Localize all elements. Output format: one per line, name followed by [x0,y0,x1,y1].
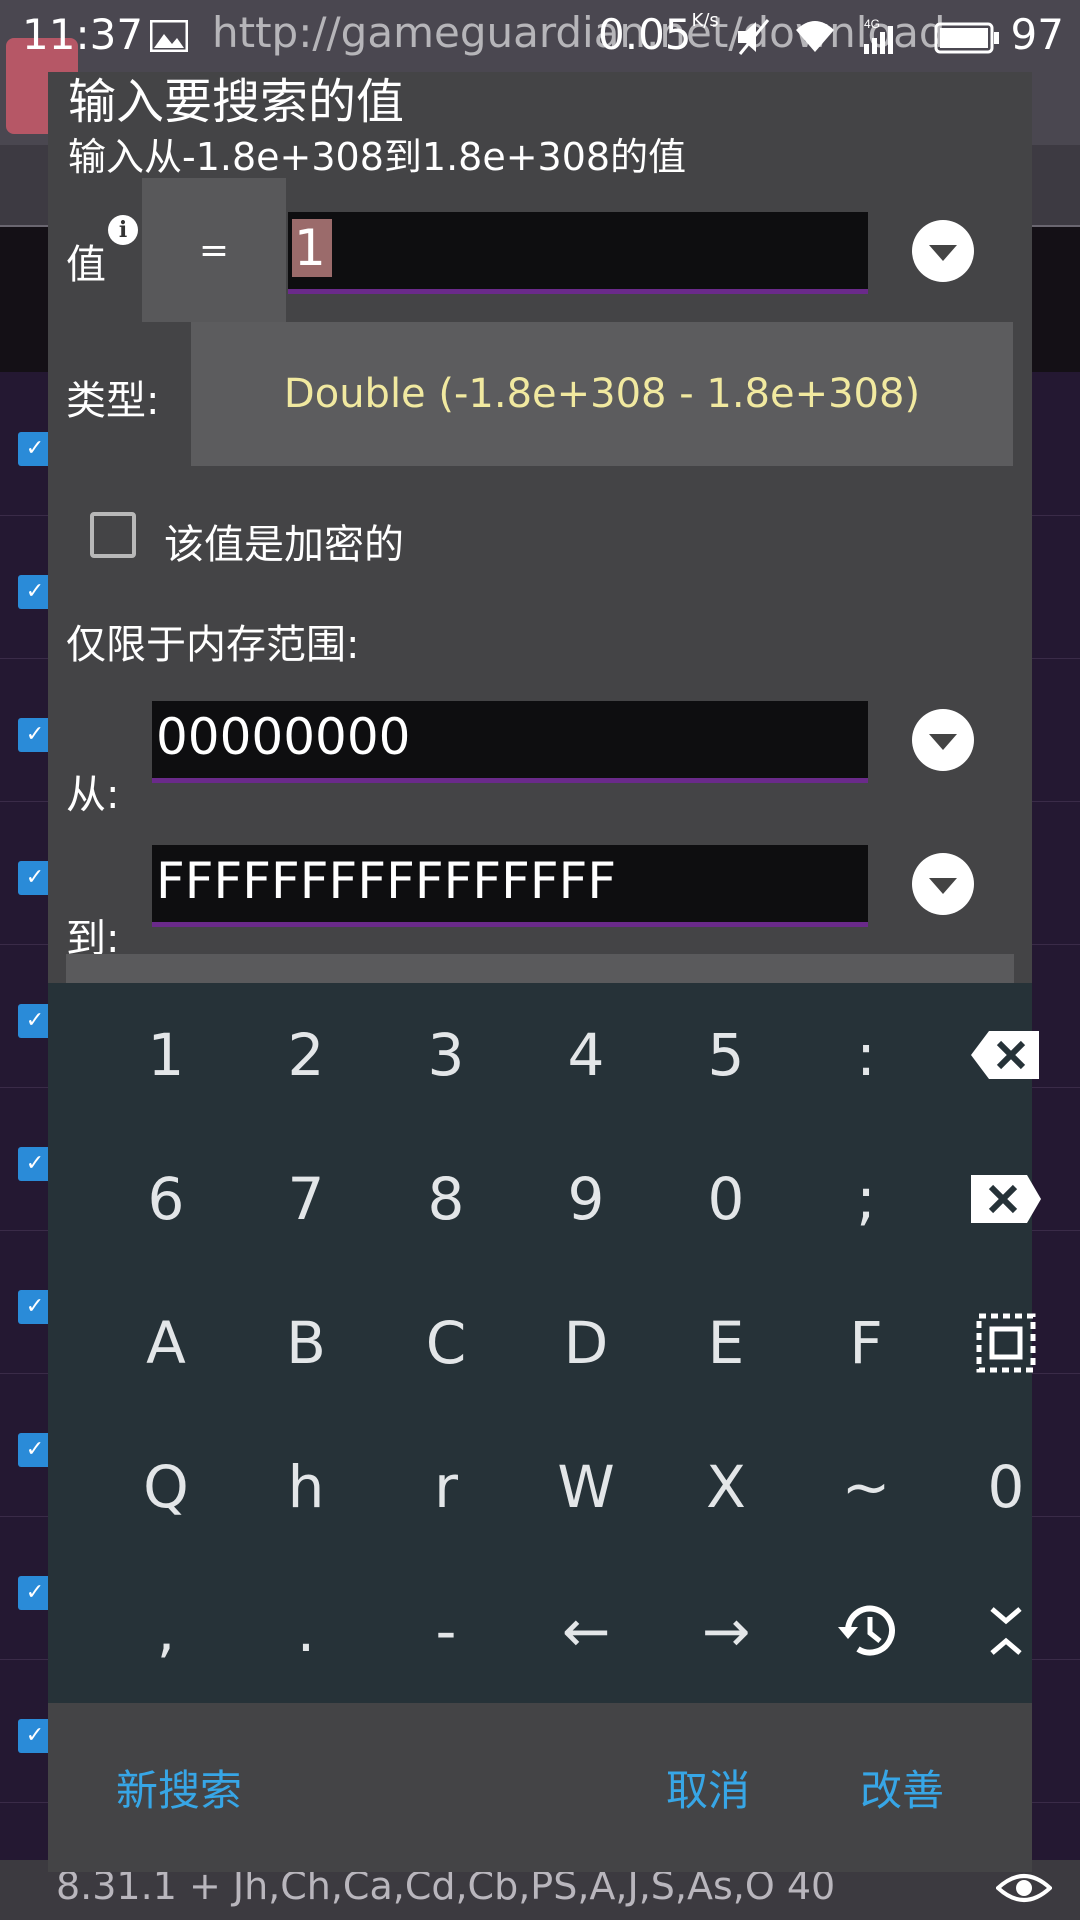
key-minus[interactable]: - [376,1559,516,1703]
operator-button[interactable]: = [142,178,286,322]
checkbox-icon: ✓ [18,1719,52,1753]
key-X[interactable]: X [656,1415,796,1559]
key-h[interactable]: h [236,1415,376,1559]
key-tilde[interactable]: ~ [796,1415,936,1559]
new-search-button[interactable]: 新搜索 [116,1703,242,1872]
checkbox-icon: ✓ [18,1576,52,1610]
value-input-text: 1 [292,219,332,277]
key-8[interactable]: 8 [376,1127,516,1271]
key-B[interactable]: B [236,1271,376,1415]
select-all-icon [976,1313,1036,1373]
clear-icon [971,1175,1041,1223]
key-4[interactable]: 4 [516,983,656,1127]
key-r[interactable]: r [376,1415,516,1559]
wifi-icon [796,21,834,52]
svg-text:4G: 4G [864,17,880,31]
key-comma[interactable]: , [96,1559,236,1703]
battery-percent: 97 [1010,10,1064,59]
key-zero-alt[interactable]: 0 [936,1415,1076,1559]
checkbox-icon: ✓ [18,1004,52,1038]
key-7[interactable]: 7 [236,1127,376,1271]
value-label: 值 [66,242,106,288]
collapse-icon [990,1607,1022,1655]
key-3[interactable]: 3 [376,983,516,1127]
encrypted-label: 该值是加密的 [164,522,404,568]
from-dropdown[interactable] [912,709,974,771]
key-E[interactable]: E [656,1271,796,1415]
checkbox-icon: ✓ [18,718,52,752]
clear-key[interactable] [936,1127,1076,1271]
from-label: 从: [66,772,120,818]
type-label: 类型: [66,378,160,424]
search-dialog: 输入要搜索的值 输入从-1.8e+308到1.8e+308的值 值 i = 1 … [48,72,1041,1872]
key-5[interactable]: 5 [656,983,796,1127]
to-dropdown[interactable] [912,853,974,915]
select-all-key[interactable] [936,1271,1076,1415]
chevron-down-icon [929,734,957,750]
collapse-keyboard-key[interactable] [936,1559,1076,1703]
cursor-left-key[interactable]: ← [516,1559,656,1703]
eye-icon[interactable] [996,1870,1052,1906]
checkbox-icon: ✓ [18,861,52,895]
checkbox-icon: ✓ [18,1147,52,1181]
key-9[interactable]: 9 [516,1127,656,1271]
image-icon [150,20,188,52]
type-select[interactable]: Double (-1.8e+308 - 1.8e+308) [191,322,1013,466]
to-address-input[interactable]: FFFFFFFFFFFFFFFF [152,845,868,927]
history-key[interactable] [796,1559,936,1703]
key-1[interactable]: 1 [96,983,236,1127]
key-colon[interactable]: : [796,983,936,1127]
value-input[interactable]: 1 [288,212,868,294]
refine-button[interactable]: 改善 [860,1703,944,1872]
dialog-actions: 新搜索 取消 改善 [48,1703,1032,1872]
key-Q[interactable]: Q [96,1415,236,1559]
history-icon [838,1605,895,1656]
range-label: 仅限于内存范围: [66,622,360,668]
network-speed: 0.05K/s [598,10,719,59]
cancel-button[interactable]: 取消 [666,1703,750,1872]
key-W[interactable]: W [516,1415,656,1559]
key-6[interactable]: 6 [96,1127,236,1271]
cursor-right-key[interactable]: → [656,1559,796,1703]
dialog-divider [66,954,1014,984]
from-address-input[interactable]: 00000000 [152,701,868,783]
battery-icon [934,22,999,54]
mute-icon [738,19,770,55]
checkbox-icon: ✓ [18,1290,52,1324]
dialog-title: 输入要搜索的值 [68,74,405,130]
key-C[interactable]: C [376,1271,516,1415]
checkbox-icon: ✓ [18,575,52,609]
value-history-dropdown[interactable] [912,220,974,282]
search-keyboard: 1 2 3 4 5 : 6 7 8 9 0 ; A B C D E F Q h … [48,983,1041,1703]
signal-4g-icon: 4G [864,17,893,54]
key-D[interactable]: D [516,1271,656,1415]
key-F[interactable]: F [796,1271,936,1415]
key-period[interactable]: . [236,1559,376,1703]
chevron-down-icon [929,878,957,894]
dialog-subtitle: 输入从-1.8e+308到1.8e+308的值 [68,135,687,179]
key-semicolon[interactable]: ; [796,1127,936,1271]
key-0[interactable]: 0 [656,1127,796,1271]
encrypted-checkbox[interactable] [90,512,136,558]
status-clock: 11:37 [22,10,144,59]
checkbox-icon: ✓ [18,432,52,466]
checkbox-icon: ✓ [18,1433,52,1467]
info-icon[interactable]: i [108,215,138,245]
chevron-down-icon [929,245,957,261]
backspace-key[interactable] [936,983,1076,1127]
key-A[interactable]: A [96,1271,236,1415]
backspace-icon [971,1031,1039,1079]
key-2[interactable]: 2 [236,983,376,1127]
